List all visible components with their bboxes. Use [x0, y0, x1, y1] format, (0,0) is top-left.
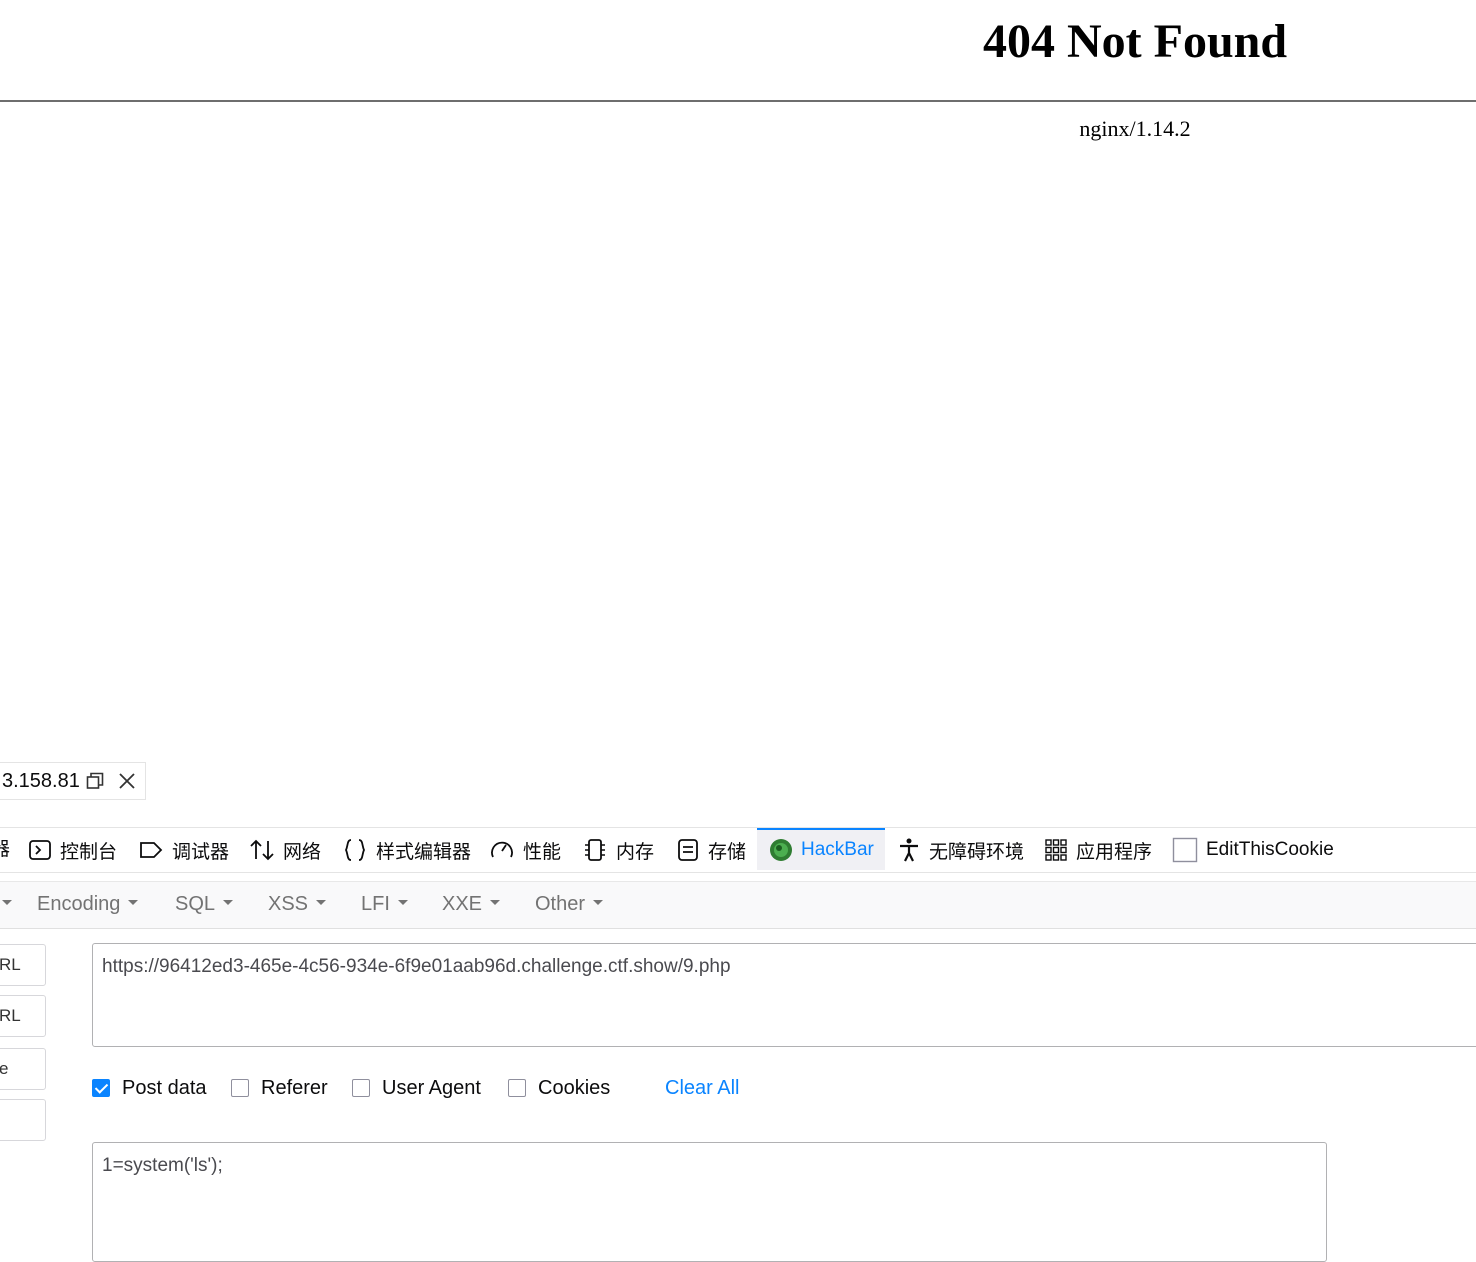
tab-memory[interactable]: 内存 [582, 828, 654, 872]
menu-xxe[interactable]: XXE [442, 882, 501, 928]
console-icon [29, 840, 51, 860]
devtools-host-label: 3.158.81 [2, 770, 80, 792]
tab-label: 内存 [616, 841, 655, 863]
cookies-checkbox[interactable]: Cookies [508, 1075, 610, 1101]
chevron-down-icon [128, 900, 139, 906]
menu-fragment[interactable] [0, 882, 12, 928]
post-data-input[interactable]: 1=system('ls'); [92, 1142, 1327, 1262]
devtools-titlebar: 3.158.81 [0, 762, 146, 800]
close-icon[interactable] [118, 772, 136, 790]
load-url-button[interactable]: RL [0, 944, 46, 986]
tab-debugger[interactable]: 调试器 [138, 828, 229, 872]
tab-label: 调试器 [172, 841, 230, 863]
tab-style-editor[interactable]: 样式编辑器 [342, 828, 471, 872]
hackbar-icon [770, 839, 792, 861]
chevron-down-icon [316, 900, 327, 906]
chevron-down-icon [223, 900, 234, 906]
performance-icon [491, 841, 513, 858]
referer-checkbox[interactable]: Referer [231, 1075, 328, 1101]
tab-fragment[interactable]: 器 [0, 828, 10, 872]
menu-other[interactable]: Other [535, 882, 604, 928]
devtools-tabbar: 器 控制台 调试器 网络 样式编辑器 性能 内存 存储 HackBar 无障碍环… [0, 827, 1476, 873]
clear-all-link[interactable]: Clear All [665, 1075, 739, 1101]
tab-label: 存储 [708, 841, 747, 863]
tab-storage[interactable]: 存储 [676, 828, 746, 872]
chevron-down-icon [593, 900, 604, 906]
hackbar-menubar: Encoding SQL XSS LFI XXE Other [0, 881, 1476, 929]
tab-label: EditThisCookie [1206, 839, 1334, 860]
menu-encoding[interactable]: Encoding [37, 882, 139, 928]
server-signature: nginx/1.14.2 [1079, 116, 1191, 141]
tab-label: 性能 [523, 841, 562, 863]
cookie-icon [1172, 837, 1198, 863]
tab-application[interactable]: 应用程序 [1044, 828, 1152, 872]
checkbox-icon [352, 1079, 370, 1097]
chevron-down-icon [397, 900, 408, 906]
tab-performance[interactable]: 性能 [489, 828, 561, 872]
storage-icon [678, 839, 698, 861]
post-data-checkbox[interactable]: Post data [92, 1075, 207, 1101]
user-agent-checkbox[interactable]: User Agent [352, 1075, 481, 1101]
divider [0, 100, 1476, 102]
style-editor-icon [344, 839, 366, 861]
tab-accessibility[interactable]: 无障碍环境 [897, 828, 1024, 872]
tab-label: 无障碍环境 [929, 841, 1025, 863]
tab-label: 网络 [283, 841, 322, 863]
tab-label: 应用程序 [1076, 841, 1153, 863]
split-url-button[interactable]: RL [0, 995, 46, 1037]
tab-label: 样式编辑器 [376, 841, 472, 863]
tab-label: 控制台 [60, 841, 118, 863]
tab-label: HackBar [801, 839, 874, 860]
side-button[interactable] [0, 1099, 46, 1141]
tab-console[interactable]: 控制台 [28, 828, 117, 872]
application-icon [1045, 839, 1067, 861]
checkbox-icon [508, 1079, 526, 1097]
tab-network[interactable]: 网络 [249, 828, 321, 872]
execute-button[interactable]: e [0, 1048, 46, 1090]
checkbox-icon [231, 1079, 249, 1097]
checkbox-checked-icon [92, 1079, 110, 1097]
page-title: 404 Not Found [982, 15, 1288, 68]
menu-lfi[interactable]: LFI [361, 882, 408, 928]
menu-xss[interactable]: XSS [268, 882, 327, 928]
tab-editthiscookie[interactable]: EditThisCookie [1172, 828, 1334, 872]
tab-hackbar[interactable]: HackBar [757, 828, 885, 870]
accessibility-icon [900, 838, 918, 862]
url-input[interactable]: https://96412ed3-465e-4c56-934e-6f9e01aa… [92, 943, 1476, 1047]
network-icon [250, 839, 274, 861]
memory-icon [585, 839, 605, 861]
chevron-down-icon [490, 900, 501, 906]
menu-sql[interactable]: SQL [175, 882, 234, 928]
debugger-icon [140, 842, 163, 858]
restore-window-icon[interactable] [86, 772, 104, 790]
